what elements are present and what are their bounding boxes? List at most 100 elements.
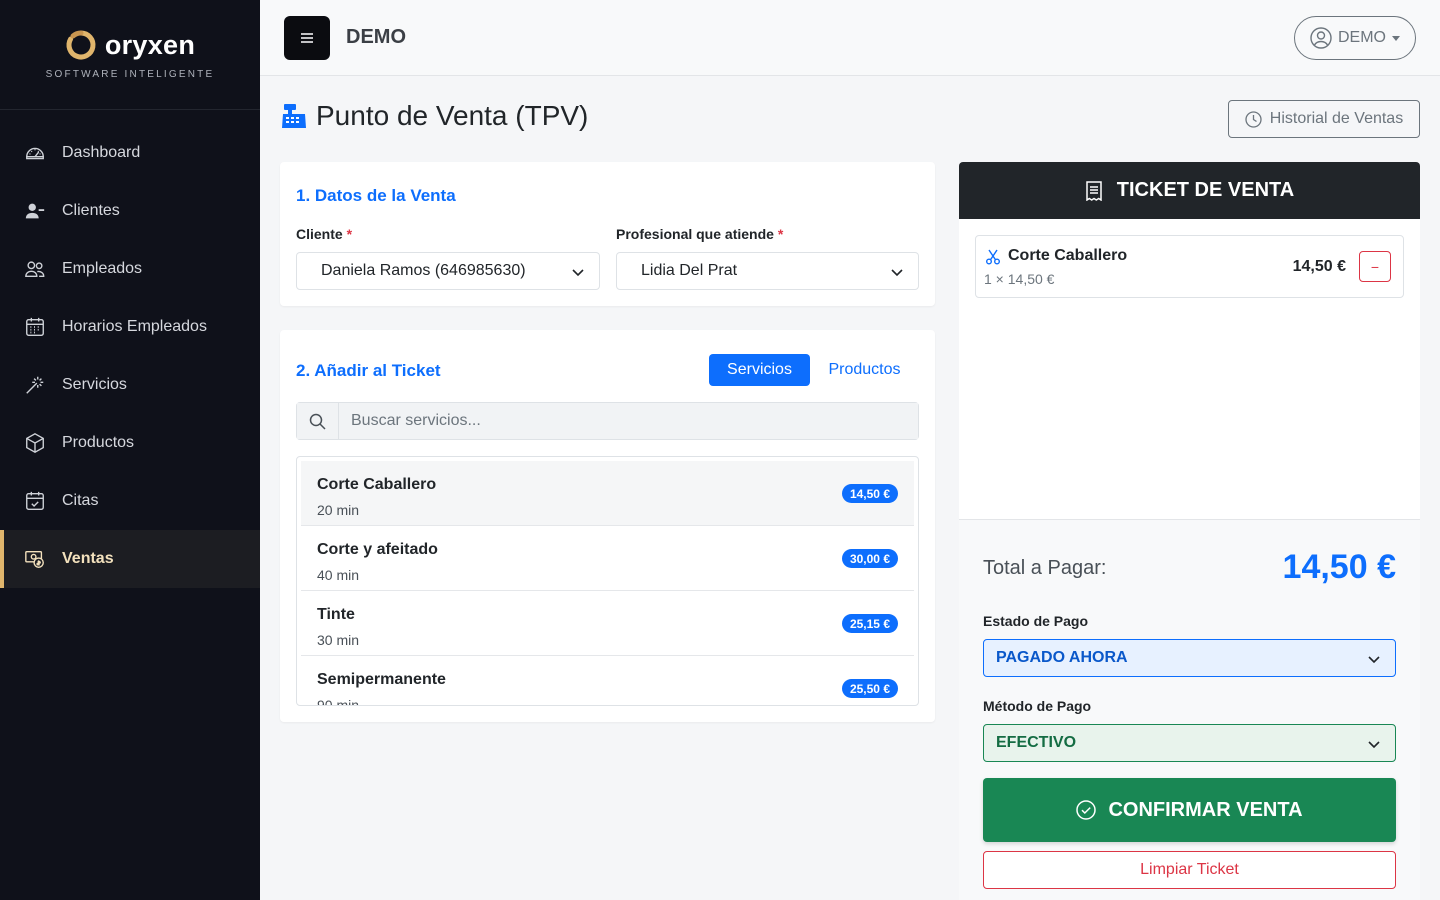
sidebar-item-label: Ventas xyxy=(62,550,114,567)
price-badge: 25,50 € xyxy=(841,679,898,698)
list-item[interactable]: Semipermanente 90 min 25,50 € xyxy=(301,656,914,706)
box-icon xyxy=(26,433,44,453)
brand-name: oryxen xyxy=(104,29,196,60)
price-badge: 25,15 € xyxy=(841,614,898,633)
receipt-icon xyxy=(1086,180,1102,201)
tab-productos[interactable]: Productos xyxy=(814,354,915,386)
sidebar-item-citas[interactable]: Citas xyxy=(0,472,260,530)
hamburger-icon xyxy=(301,33,313,43)
required-mark: * xyxy=(346,226,353,242)
sidebar-item-label: Clientes xyxy=(62,202,120,219)
ticket-footer: Total a Pagar: 14,50 € Estado de Pago PA… xyxy=(959,519,1420,900)
service-search xyxy=(296,402,919,440)
confirm-sale-label: CONFIRMAR VENTA xyxy=(1108,798,1303,821)
price-badge: 30,00 € xyxy=(841,549,898,568)
sidebar-item-empleados[interactable]: Empleados xyxy=(0,240,260,298)
list-item[interactable]: Corte y afeitado 40 min 30,00 € xyxy=(301,526,914,591)
professional-select-value: Lidia Del Prat xyxy=(641,262,738,279)
ticket-header: TICKET DE VENTA xyxy=(959,162,1420,219)
cash-coin-icon xyxy=(25,550,44,568)
sale-ticket-panel: TICKET DE VENTA Corte Caballero 1 × 14,5… xyxy=(959,162,1420,900)
list-item[interactable]: Corte Caballero 20 min 14,50 € xyxy=(301,461,914,526)
chevron-down-icon xyxy=(891,269,903,277)
search-input[interactable] xyxy=(339,403,918,439)
ticket-item-price: 14,50 € xyxy=(1292,258,1346,275)
ticket-item-qty: 1 × 14,50 € xyxy=(984,271,1055,287)
calendar-grid-icon xyxy=(26,317,44,336)
client-select[interactable]: Daniela Ramos (646985630) xyxy=(296,252,600,290)
search-icon xyxy=(309,413,326,430)
search-addon xyxy=(297,403,339,439)
payment-state-select[interactable]: PAGADO AHORA xyxy=(983,639,1396,677)
list-item[interactable]: Tinte 30 min 25,15 € xyxy=(301,591,914,656)
service-name: Corte Caballero xyxy=(317,476,437,493)
cash-register-icon xyxy=(282,104,306,128)
ticket-heading: TICKET DE VENTA xyxy=(1116,179,1295,201)
service-name: Corte y afeitado xyxy=(317,541,438,558)
sidebar-item-label: Servicios xyxy=(62,376,127,393)
clear-ticket-button[interactable]: Limpiar Ticket xyxy=(983,851,1396,889)
payment-state-value: PAGADO AHORA xyxy=(996,649,1128,666)
add-to-ticket-card: 2. Añadir al Ticket Servicios Productos … xyxy=(280,330,935,722)
professional-label: Profesional que atiende * xyxy=(616,226,784,242)
people-icon xyxy=(25,261,45,278)
page-title: Punto de Venta (TPV) xyxy=(280,100,588,132)
confirm-sale-button[interactable]: CONFIRMAR VENTA xyxy=(983,778,1396,842)
user-menu-button[interactable]: DEMO xyxy=(1294,16,1416,60)
calendar-check-icon xyxy=(26,491,44,510)
sidebar-item-ventas[interactable]: Ventas xyxy=(0,530,260,588)
topbar-title: DEMO xyxy=(346,26,406,48)
service-duration: 90 min xyxy=(317,697,360,706)
speedometer-icon xyxy=(26,147,44,160)
user-circle-icon xyxy=(1310,27,1332,49)
total-label: Total a Pagar: xyxy=(983,557,1107,579)
payment-method-select[interactable]: EFECTIVO xyxy=(983,724,1396,762)
magic-wand-icon xyxy=(26,376,44,394)
service-name: Semipermanente xyxy=(317,671,446,688)
menu-toggle-button[interactable] xyxy=(284,16,330,60)
client-select-value: Daniela Ramos (646985630) xyxy=(321,262,526,279)
sale-data-card: 1. Datos de la Venta Cliente * Daniela R… xyxy=(280,162,935,306)
ticket-line-item: Corte Caballero 1 × 14,50 € 14,50 € − xyxy=(975,235,1404,298)
sidebar-item-label: Horarios Empleados xyxy=(62,318,207,335)
service-duration: 40 min xyxy=(317,567,360,583)
ticket-item-name: Corte Caballero xyxy=(1008,247,1128,264)
page-heading: Punto de Venta (TPV) xyxy=(316,100,589,131)
sidebar: oryxen SOFTWARE INTELIGENTE Dashboard Cl… xyxy=(0,0,260,900)
required-mark: * xyxy=(777,226,784,242)
sidebar-item-label: Productos xyxy=(62,434,135,451)
check-circle-icon xyxy=(1076,800,1097,820)
scissors-icon xyxy=(986,249,1000,265)
sidebar-item-dashboard[interactable]: Dashboard xyxy=(0,124,260,182)
chevron-down-icon xyxy=(1368,656,1380,664)
payment-method-label: Método de Pago xyxy=(983,698,1092,714)
service-duration: 20 min xyxy=(317,502,360,518)
brand[interactable]: oryxen SOFTWARE INTELIGENTE xyxy=(0,0,260,110)
oryxen-logo-icon xyxy=(66,30,96,60)
total-value: 14,50 € xyxy=(1282,548,1396,586)
sidebar-item-productos[interactable]: Productos xyxy=(0,414,260,472)
sidebar-item-clientes[interactable]: Clientes xyxy=(0,182,260,240)
sidebar-item-servicios[interactable]: Servicios xyxy=(0,356,260,414)
clock-icon xyxy=(1245,110,1262,128)
service-duration: 30 min xyxy=(317,632,360,648)
sidebar-item-label: Dashboard xyxy=(62,144,141,161)
payment-state-label: Estado de Pago xyxy=(983,613,1089,629)
sidebar-item-label: Empleados xyxy=(62,260,143,277)
add-to-ticket-heading: 2. Añadir al Ticket xyxy=(296,361,441,380)
professional-select[interactable]: Lidia Del Prat xyxy=(616,252,919,290)
sales-history-button[interactable]: Historial de Ventas xyxy=(1228,100,1420,138)
tab-servicios[interactable]: Servicios xyxy=(709,354,810,386)
remove-item-button[interactable]: − xyxy=(1359,251,1391,282)
topbar: DEMO DEMO xyxy=(260,0,1440,76)
user-name: DEMO xyxy=(1338,29,1386,46)
caret-down-icon xyxy=(1392,35,1400,41)
chevron-down-icon xyxy=(1368,741,1380,749)
services-list[interactable]: Corte Caballero 20 min 14,50 € Corte y a… xyxy=(296,456,919,706)
sale-data-heading: 1. Datos de la Venta xyxy=(296,186,456,205)
service-name: Tinte xyxy=(317,606,355,623)
sidebar-item-label: Citas xyxy=(62,492,99,509)
sidebar-nav: Dashboard Clientes Empleados Horarios Em… xyxy=(0,110,260,588)
sidebar-item-horarios-empleados[interactable]: Horarios Empleados xyxy=(0,298,260,356)
payment-method-value: EFECTIVO xyxy=(996,734,1077,751)
